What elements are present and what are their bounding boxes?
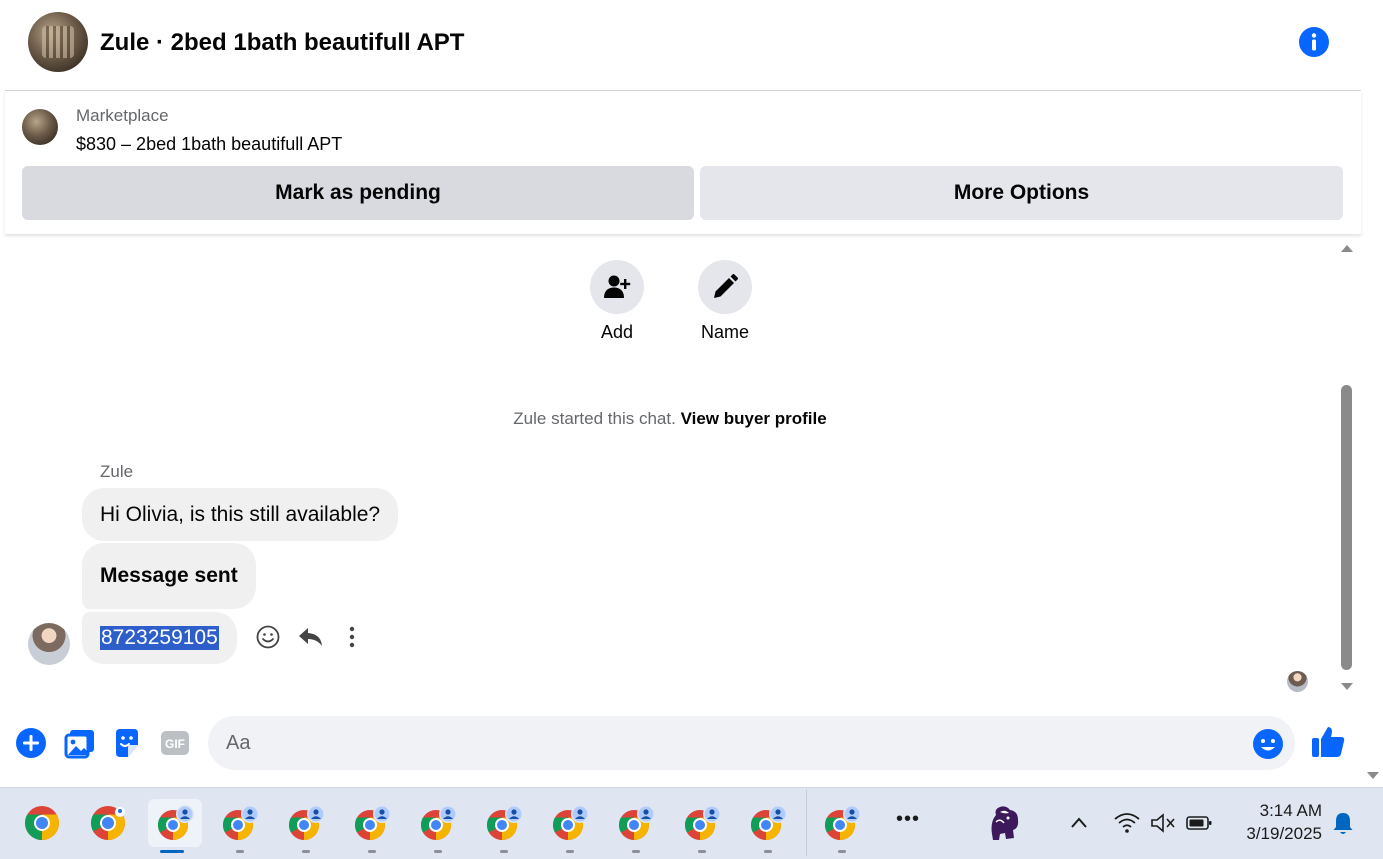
name-button[interactable] [698, 260, 752, 314]
taskbar-chrome-profile[interactable] [282, 799, 330, 853]
open-indicator [368, 850, 376, 853]
taskbar-chrome-1[interactable] [18, 799, 66, 847]
taskbar-separator [806, 790, 807, 856]
taskbar-chrome-profile[interactable] [348, 799, 396, 853]
page-scroll-down-arrow-icon[interactable] [1365, 770, 1381, 782]
add-person-icon [604, 275, 631, 298]
message-bubble[interactable]: Hi Olivia, is this still available? [82, 488, 399, 541]
clock-date[interactable]: 3/19/2025 [1222, 824, 1322, 844]
chrome-profile-icon [684, 805, 721, 840]
plus-icon[interactable] [15, 727, 47, 759]
listing-title[interactable]: $830 – 2bed 1bath beautifull APT [76, 134, 342, 155]
premier-league-lion-icon[interactable] [986, 804, 1022, 842]
chrome-icon [25, 806, 59, 840]
chrome-profile-icon [750, 805, 787, 840]
taskbar-chrome-2[interactable] [84, 799, 132, 847]
taskbar-chrome-profile[interactable] [414, 799, 462, 853]
svg-text:GIF: GIF [165, 737, 185, 751]
chrome-profile-icon [288, 805, 325, 840]
more-options-button[interactable]: More Options [700, 166, 1343, 220]
message-bubble[interactable]: 8723259105 [82, 612, 237, 664]
taskbar-chrome-profile[interactable] [678, 799, 726, 853]
reply-icon[interactable] [297, 624, 325, 650]
view-buyer-profile-link[interactable]: View buyer profile [681, 409, 827, 428]
sender-name: Zule [100, 462, 134, 481]
open-indicator [764, 850, 772, 853]
open-indicator [302, 850, 310, 853]
taskbar-chrome-profile[interactable] [818, 799, 866, 853]
chrome-profile-icon [552, 805, 589, 840]
chrome-profile-icon [222, 805, 259, 840]
listing-thumbnail[interactable] [22, 109, 58, 145]
photo-icon[interactable] [64, 727, 96, 759]
chat-title[interactable]: Zule · 2bed 1bath beautifull APT [100, 29, 464, 57]
message-input[interactable] [208, 716, 1295, 770]
clock-time[interactable]: 3:14 AM [1236, 801, 1322, 821]
chrome-profile-icon [824, 805, 861, 840]
scrollbar-thumb[interactable] [1341, 385, 1352, 670]
message-input-placeholder: Aa [226, 732, 251, 754]
gif-icon[interactable]: GIF [160, 729, 190, 757]
chrome-profile-icon [420, 805, 457, 840]
chrome-profile-icon [354, 805, 391, 840]
chrome-profile-icon [486, 805, 523, 840]
battery-icon[interactable] [1185, 811, 1213, 835]
chat-started-text: Zule started this chat. [513, 409, 676, 428]
pencil-icon [714, 274, 738, 298]
selected-message-text[interactable]: 8723259105 [100, 626, 219, 650]
taskbar-chrome-profile[interactable] [612, 799, 660, 853]
chevron-up-icon[interactable] [1068, 812, 1090, 834]
marketplace-label: Marketplace [76, 106, 169, 125]
open-indicator [566, 850, 574, 853]
taskbar-overflow-button[interactable]: ••• [884, 808, 932, 831]
listing-avatar[interactable] [28, 12, 88, 72]
volume-muted-icon[interactable] [1149, 811, 1177, 835]
open-indicator [434, 850, 442, 853]
notification-bell-icon[interactable] [1331, 810, 1355, 836]
open-indicator [632, 850, 640, 853]
marketplace-bar: Marketplace $830 – 2bed 1bath beautifull… [5, 91, 1361, 234]
open-indicator [236, 850, 244, 853]
open-indicator [500, 850, 508, 853]
chrome-icon [91, 806, 125, 840]
open-indicator [698, 850, 706, 853]
chat-started-notice: Zule started this chat. View buyer profi… [0, 409, 1340, 429]
scroll-up-arrow-icon[interactable] [1339, 242, 1355, 254]
scroll-down-arrow-icon[interactable] [1339, 681, 1355, 693]
react-emoji-icon[interactable] [255, 624, 281, 650]
taskbar-chrome-active[interactable] [148, 799, 202, 853]
add-label: Add [600, 322, 634, 342]
info-icon[interactable] [1298, 26, 1330, 58]
thumbs-up-icon[interactable] [1310, 724, 1346, 760]
more-vertical-icon[interactable] [340, 624, 364, 650]
chat-header: Zule · 2bed 1bath beautifull APT [5, 0, 1361, 91]
taskbar-chrome-profile[interactable] [546, 799, 594, 853]
message-bubble[interactable]: Message sent [82, 543, 256, 609]
open-indicator [838, 850, 846, 853]
chrome-profile-icon [618, 805, 655, 840]
mark-as-pending-button[interactable]: Mark as pending [22, 166, 694, 220]
name-label: Name [700, 322, 749, 342]
taskbar-chrome-profile[interactable] [480, 799, 528, 853]
taskbar-chrome-profile[interactable] [216, 799, 264, 853]
add-person-button[interactable] [590, 260, 644, 314]
taskbar-chrome-profile[interactable] [744, 799, 792, 853]
chrome-profile-icon [157, 805, 194, 840]
wifi-icon[interactable] [1113, 811, 1141, 835]
seen-avatar [1287, 671, 1308, 692]
emoji-icon[interactable] [1252, 728, 1284, 760]
sender-avatar[interactable] [28, 623, 70, 665]
active-indicator [160, 850, 184, 853]
sticker-icon[interactable] [112, 727, 142, 759]
